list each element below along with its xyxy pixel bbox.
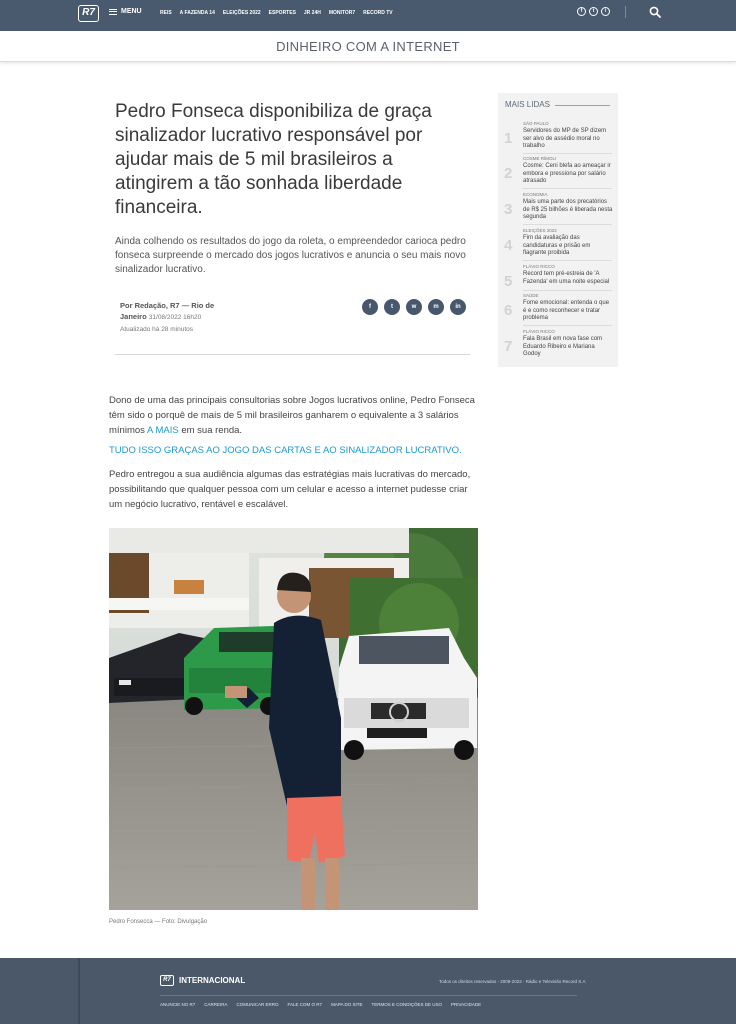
item-headline[interactable]: Record tem pré-estreia de 'A Fazenda' em…	[523, 271, 613, 286]
item-category: ECONOMIA	[523, 192, 548, 197]
item-headline[interactable]: Cosme: Ceni blefa ao ameaçar ir embora e…	[523, 163, 613, 186]
item-category: SAÚDE	[523, 293, 539, 298]
footer-link-privacidade[interactable]: PRIVACIDADE	[451, 1002, 481, 1007]
instagram-icon[interactable]: i	[601, 7, 610, 16]
footer-link-carreira[interactable]: CARREIRA	[204, 1002, 227, 1007]
footer-link-anuncie[interactable]: ANUNCIE NO R7	[160, 1002, 195, 1007]
footer-link-mapa-site[interactable]: MAPA DO SITE	[331, 1002, 362, 1007]
item-separator	[523, 260, 612, 261]
footer-copyright: Todos os direitos reservados - 2009-2022…	[439, 979, 586, 984]
search-icon[interactable]	[649, 6, 661, 18]
item-separator	[523, 290, 612, 291]
nav-link-eleicoes[interactable]: ELEIÇÕES 2022	[223, 10, 261, 16]
nav-links: REIS A FAZENDA 14 ELEIÇÕES 2022 ESPORTES…	[160, 10, 393, 16]
hamburger-icon	[109, 8, 117, 15]
rank-number: 2	[504, 165, 513, 182]
most-read-item[interactable]: 7 FLÁVIO RICCO Fala Brasil em nova fase …	[504, 329, 612, 362]
item-separator	[523, 153, 612, 154]
nav-link-esportes[interactable]: ESPORTES	[269, 10, 296, 16]
r7-logo[interactable]: R7	[78, 5, 99, 22]
paragraph-1-end: em sua renda.	[178, 425, 243, 436]
item-headline[interactable]: Fim da avaliação das candidaturas e pris…	[523, 235, 613, 258]
article-subhead: Ainda colhendo os resultados do jogo da …	[115, 236, 466, 275]
nav-link-a-fazenda[interactable]: A FAZENDA 14	[180, 10, 215, 16]
footer-link-fale-conosco[interactable]: FALE COM O R7	[288, 1002, 323, 1007]
footer-edge	[78, 958, 80, 1024]
rank-number: 6	[504, 302, 513, 319]
item-headline[interactable]: Mais uma parte dos precatórios de R$ 25 …	[523, 199, 613, 222]
share-buttons: f t w m in	[362, 299, 466, 315]
rank-number: 7	[504, 338, 513, 355]
highlight-link[interactable]: TUDO ISSO GRAÇAS AO JOGO DAS CARTAS E AO…	[109, 443, 481, 458]
most-read-item[interactable]: 3 ECONOMIA Mais uma parte dos precatório…	[504, 192, 612, 225]
nav-link-jr24h[interactable]: JR 24H	[304, 10, 321, 16]
item-category: ELEIÇÕES 2022	[523, 228, 557, 233]
most-read-item[interactable]: 6 SAÚDE Fome emocional: entenda o que é …	[504, 293, 612, 326]
item-category: SÃO PAULO	[523, 121, 549, 126]
most-read-item[interactable]: 5 FLÁVIO RICCO Record tem pré-estreia de…	[504, 264, 612, 291]
share-messenger-icon[interactable]: m	[428, 299, 444, 315]
byline-date: 31/08/2022 16h20	[148, 314, 202, 321]
nav-divider	[625, 6, 626, 18]
item-separator	[523, 224, 612, 225]
header-divider	[115, 354, 470, 355]
most-read-item[interactable]: 1 SÃO PAULO Servidores do MP de SP dizem…	[504, 121, 612, 154]
footer-brand[interactable]: INTERNACIONAL	[179, 976, 245, 985]
item-headline[interactable]: Fala Brasil em nova fase com Eduardo Rib…	[523, 336, 613, 359]
share-facebook-icon[interactable]: f	[362, 299, 378, 315]
share-whatsapp-icon[interactable]: w	[406, 299, 422, 315]
rank-number: 4	[504, 237, 513, 254]
most-read-item[interactable]: 4 ELEIÇÕES 2022 Fim da avaliação das can…	[504, 228, 612, 261]
social-links: f t i	[577, 7, 610, 16]
section-banner: DINHEIRO COM A INTERNET	[0, 31, 736, 62]
footer-r7-logo[interactable]: R7	[160, 975, 174, 986]
paragraph-3: Pedro entregou a sua audiência algumas d…	[109, 469, 471, 510]
footer: R7 INTERNACIONAL Todos os direitos reser…	[0, 958, 736, 1024]
rank-number: 3	[504, 201, 513, 218]
item-category: FLÁVIO RICCO	[523, 329, 555, 334]
item-headline[interactable]: Fome emocional: entenda o que é e como r…	[523, 300, 613, 323]
share-linkedin-icon[interactable]: in	[450, 299, 466, 315]
item-category: COSME RÍMOLI	[523, 156, 557, 161]
footer-link-termos[interactable]: TERMOS E CONDIÇÕES DE USO	[372, 1002, 443, 1007]
rank-number: 1	[504, 130, 513, 147]
twitter-icon[interactable]: t	[589, 7, 598, 16]
section-title[interactable]: DINHEIRO COM A INTERNET	[276, 39, 460, 54]
menu-button[interactable]: MENU	[109, 8, 142, 15]
footer-links: ANUNCIE NO R7 CARREIRA COMUNICAR ERRO FA…	[160, 1002, 481, 1007]
byline-updated: Atualizado há 28 minutos	[120, 326, 193, 333]
top-navbar: R7 MENU REIS A FAZENDA 14 ELEIÇÕES 2022 …	[0, 0, 736, 31]
nav-link-record-tv[interactable]: RECORD TV	[363, 10, 392, 16]
facebook-icon[interactable]: f	[577, 7, 586, 16]
most-read-item[interactable]: 2 COSME RÍMOLI Cosme: Ceni blefa ao amea…	[504, 156, 612, 189]
paragraph-1: Dono de uma das principais consultorias …	[109, 393, 481, 438]
item-category: FLÁVIO RICCO	[523, 264, 555, 269]
nav-link-monitor7[interactable]: MONITOR7	[329, 10, 355, 16]
photo-caption: Pedro Fonsecca — Foto: Divulgação	[109, 919, 208, 925]
most-read-sidebar: MAIS LIDAS 1 SÃO PAULO Servidores do MP …	[498, 93, 618, 367]
item-headline[interactable]: Servidores do MP de SP dizem ser alvo de…	[523, 128, 613, 151]
rank-number: 5	[504, 273, 513, 290]
article-headline: Pedro Fonseca disponibiliza de graça sin…	[115, 101, 432, 218]
item-separator	[523, 188, 612, 189]
byline: Por Redação, R7 — Rio de Janeiro 31/08/2…	[120, 300, 235, 335]
menu-label: MENU	[121, 8, 142, 15]
a-mais-link[interactable]: A MAIS	[147, 425, 179, 436]
footer-divider	[160, 995, 577, 996]
share-twitter-icon[interactable]: t	[384, 299, 400, 315]
item-separator	[523, 325, 612, 326]
article-photo	[109, 528, 478, 910]
most-read-title-line	[555, 105, 610, 106]
footer-link-comunicar-erro[interactable]: COMUNICAR ERRO	[237, 1002, 279, 1007]
nav-link-reis[interactable]: REIS	[160, 10, 172, 16]
most-read-title: MAIS LIDAS	[505, 100, 550, 109]
